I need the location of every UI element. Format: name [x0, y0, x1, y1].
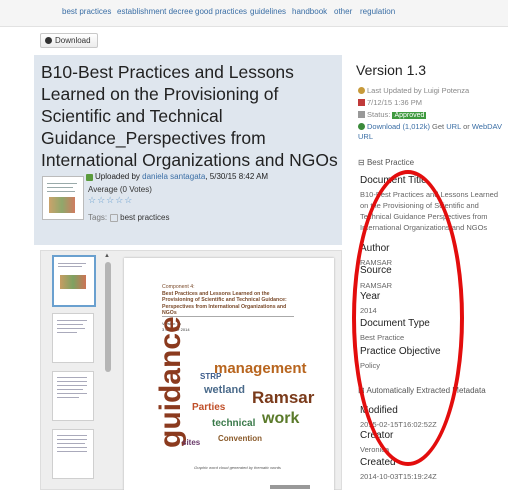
word-cloud: guidance management Ramsar work wetland … [152, 316, 315, 458]
status-label: Status: [367, 110, 391, 119]
uploaded-prefix: Uploaded by [95, 172, 140, 181]
thumbnail-scrollbar[interactable] [105, 262, 111, 372]
document-tags: Tags: best practices [88, 213, 169, 222]
field-value-source: RAMSAR [360, 281, 393, 290]
status-icon [358, 111, 365, 118]
field-value-practice-objective: Policy [360, 361, 381, 370]
or-text: or [463, 122, 470, 131]
field-value-year: 2014 [360, 306, 377, 315]
horizontal-scrollbar[interactable] [270, 485, 310, 489]
field-value-created: 2014-10-03T15:19:24Z [360, 472, 437, 481]
tag-link-good-practices[interactable]: good practices [195, 7, 247, 16]
tag-bar: best practices establishment decree good… [0, 0, 508, 27]
download-button[interactable]: Download [40, 33, 98, 48]
document-thumbnail[interactable] [42, 176, 84, 220]
field-value-document-type: Best Practice [360, 333, 405, 342]
field-value-modified: 2015-02-15T16:02:52Z [360, 420, 437, 429]
field-label-creator: Creator [360, 430, 394, 441]
download-link[interactable]: Download (1,012k) [367, 122, 430, 131]
page-heading-4: Perspectives from International Organiza… [162, 303, 287, 310]
download-links: Download (1,012k) Get URL or WebDAV URL [358, 122, 506, 142]
section-auto-metadata[interactable]: ⊟ Automatically Extracted Metadata [358, 386, 486, 395]
field-label-practice-objective: Practice Objective [360, 346, 441, 357]
status-badge: Approved [392, 112, 427, 119]
document-title: B10-Best Practices and Lessons Learned o… [41, 62, 338, 170]
average-rating: Average (0 Votes) [88, 185, 152, 194]
upload-icon [86, 174, 93, 181]
user-icon [358, 87, 365, 94]
version-heading: Version 1.3 [356, 62, 427, 78]
last-updated-text: Last Updated by Luigi Potenza [367, 86, 470, 95]
field-label-author: Author [360, 243, 390, 254]
field-value-creator: Veronica [360, 445, 390, 454]
field-label-modified: Modified [360, 405, 398, 416]
word-technical: technical [212, 418, 256, 429]
section-auto-metadata-label: Automatically Extracted Metadata [366, 386, 486, 395]
field-label-document-type: Document Type [360, 318, 430, 329]
tag-link-best-practices[interactable]: best practices [62, 7, 111, 16]
thumbnail-strip [44, 253, 96, 490]
field-label-source: Source [360, 265, 392, 276]
upload-info: Uploaded by daniela santagata, 5/30/15 8… [95, 172, 269, 181]
download-button-label: Download [55, 36, 91, 45]
tag-link-other[interactable]: other [334, 7, 352, 16]
field-label-document-title: Document Title [360, 175, 427, 186]
section-best-practice-label: Best Practice [366, 158, 415, 167]
updated-date-text: 7/12/15 1:36 PM [367, 98, 423, 107]
section-best-practice[interactable]: ⊟ Best Practice [358, 158, 414, 167]
get-text: Get [432, 122, 445, 131]
calendar-icon [358, 99, 365, 106]
word-guidance: guidance [154, 316, 187, 448]
scroll-up-icon[interactable]: ▲ [104, 253, 110, 259]
tag-link-regulation[interactable]: regulation [360, 7, 395, 16]
star-rating[interactable]: ☆☆☆☆☆ [88, 195, 133, 206]
download-icon [45, 37, 52, 44]
status-row: Status: Approved [358, 110, 427, 119]
tags-label: Tags: [88, 213, 108, 222]
word-management: management [214, 360, 307, 377]
page-thumb-2[interactable] [52, 313, 94, 363]
word-cloud-caption: Graphic word cloud generated by thematic… [194, 465, 281, 470]
tag-link-establishment-decree[interactable]: establishment decree [117, 7, 193, 16]
tag-icon [110, 213, 119, 222]
last-updated: Last Updated by Luigi Potenza [358, 86, 469, 95]
updated-date: 7/12/15 1:36 PM [358, 98, 422, 107]
page-thumb-3[interactable] [52, 371, 94, 421]
tag-best-practices[interactable]: best practices [120, 213, 169, 222]
tag-link-guidelines[interactable]: guidelines [250, 7, 286, 16]
field-label-year: Year [360, 291, 381, 302]
word-wetland: wetland [204, 384, 245, 396]
word-ramsar: Ramsar [252, 388, 315, 407]
word-parties: Parties [192, 402, 226, 413]
word-sites: sites [182, 438, 201, 447]
tag-link-handbook[interactable]: handbook [292, 7, 327, 16]
uploader-link[interactable]: daniela santagata [142, 172, 205, 181]
url-link[interactable]: URL [446, 122, 461, 131]
field-value-document-title: B10-Best Practices and Lessons Learned o… [360, 190, 498, 232]
page-thumb-4[interactable] [52, 429, 94, 479]
word-work: work [262, 410, 300, 427]
field-label-created: Created [360, 457, 396, 468]
page-thumb-1[interactable] [52, 255, 96, 307]
document-page: Component 4: Best Practices and Lessons … [124, 258, 334, 490]
download-globe-icon [358, 123, 365, 130]
word-convention: Convention [218, 434, 262, 443]
upload-date: 5/30/15 8:42 AM [209, 172, 269, 181]
word-strp: STRP [200, 372, 222, 381]
